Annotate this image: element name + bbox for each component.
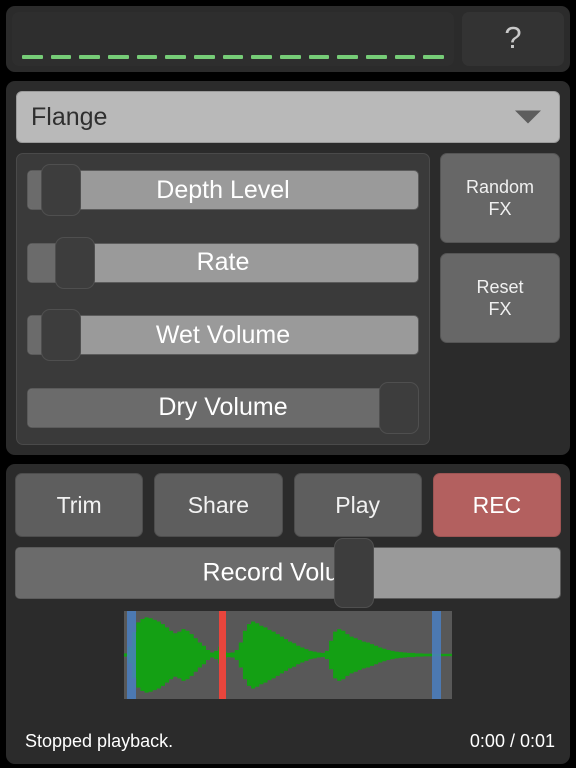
meter-dash: [222, 55, 244, 59]
slider-fill: [28, 388, 418, 427]
fx-button-column: Random FX Reset FX: [440, 153, 560, 445]
waveform-display[interactable]: [124, 611, 452, 699]
fx-slider-group: Depth Level Rate Wet Volume Dry Volume: [16, 153, 430, 445]
share-button[interactable]: Share: [154, 473, 283, 537]
slider-track: [15, 547, 561, 599]
slider-track: [27, 387, 419, 428]
meter-dash: [50, 55, 72, 59]
status-message: Stopped playback.: [25, 730, 174, 751]
random-fx-label-line2: FX: [488, 199, 512, 219]
play-label: Play: [335, 491, 380, 518]
meter-panel: ?: [6, 6, 570, 72]
slider-rate[interactable]: Rate: [27, 236, 419, 289]
selection-start-marker[interactable]: [127, 611, 137, 699]
chevron-down-icon: [515, 110, 541, 124]
trim-label: Trim: [56, 491, 102, 518]
meter-dash: [22, 55, 43, 59]
waveform-area: [15, 609, 561, 717]
record-label: REC: [472, 491, 522, 518]
meter-dash: [337, 55, 359, 59]
slider-track: [27, 170, 419, 210]
transport-button-row: Trim Share Play REC: [15, 473, 561, 537]
playhead-marker[interactable]: [219, 611, 227, 699]
meter-dash: [194, 55, 215, 59]
meter-dash: [108, 55, 129, 59]
meter-dash: [423, 55, 445, 59]
play-button[interactable]: Play: [293, 473, 422, 537]
random-fx-label-line1: Random: [465, 176, 535, 197]
reset-fx-label-line1: Reset: [476, 276, 524, 297]
meter-dash: [136, 55, 158, 59]
question-mark-icon: ?: [504, 20, 522, 55]
transport-panel: Trim Share Play REC Record Volume Stoppe…: [6, 464, 570, 764]
help-button[interactable]: ?: [462, 12, 564, 66]
waveform-graphic: [124, 617, 452, 693]
slider-thumb[interactable]: [333, 538, 374, 608]
selection-end-marker[interactable]: [432, 611, 442, 699]
effect-select-value: Flange: [31, 102, 108, 131]
meter-dash: [251, 55, 273, 59]
status-bar: Stopped playback. 0:00 / 0:01: [15, 727, 561, 755]
slider-thumb[interactable]: [41, 164, 82, 216]
share-label: Share: [187, 491, 250, 518]
status-time: 0:00 / 0:01: [469, 730, 555, 751]
slider-record-volume[interactable]: Record Volume: [15, 538, 561, 608]
slider-dry-volume[interactable]: Dry Volume: [27, 381, 419, 434]
slider-thumb[interactable]: [379, 381, 419, 434]
slider-fill: [16, 548, 359, 598]
meter-dash: [79, 55, 101, 59]
effect-select[interactable]: Flange: [16, 91, 560, 143]
trim-button[interactable]: Trim: [15, 473, 144, 537]
reset-fx-label-line2: FX: [488, 299, 512, 319]
meter-dash-row: [22, 55, 445, 59]
meter-dash: [165, 55, 187, 59]
reset-fx-button[interactable]: Reset FX: [440, 253, 560, 343]
input-level-meter: [12, 12, 454, 66]
random-fx-button[interactable]: Random FX: [440, 153, 560, 243]
slider-wet-volume[interactable]: Wet Volume: [27, 309, 419, 362]
fx-panel: Flange Depth Level Rate Wet Volume Dry V…: [6, 81, 570, 455]
slider-depth-level[interactable]: Depth Level: [27, 164, 419, 216]
slider-thumb[interactable]: [41, 309, 82, 362]
slider-thumb[interactable]: [55, 236, 96, 289]
record-button[interactable]: REC: [432, 473, 561, 537]
meter-dash: [280, 55, 301, 59]
app-root: ? Flange Depth Level Rate Wet Volume Dry…: [0, 0, 576, 768]
fx-body: Depth Level Rate Wet Volume Dry Volume R…: [16, 153, 560, 445]
slider-track: [27, 315, 419, 356]
meter-dash: [366, 55, 387, 59]
meter-dash: [308, 55, 330, 59]
meter-dash: [394, 55, 416, 59]
